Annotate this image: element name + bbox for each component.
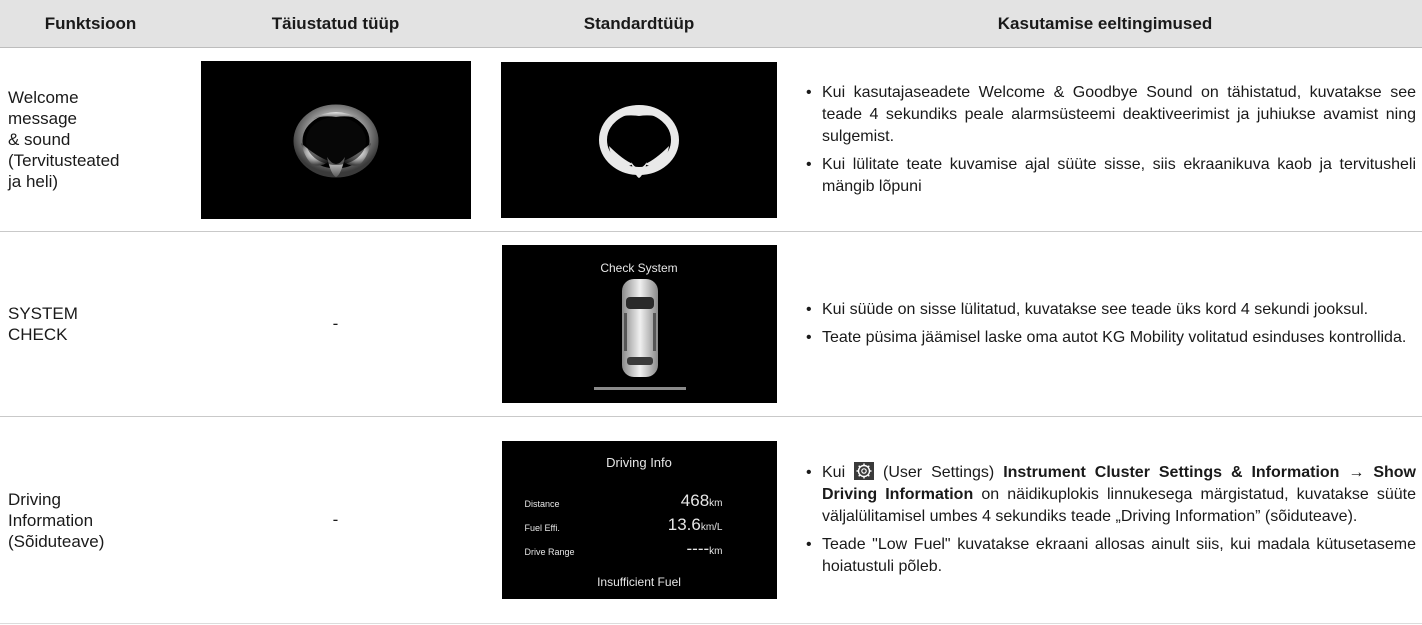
driving-info-title: Driving Info	[606, 455, 672, 470]
conditions-list: Kui kasutajaseadete Welcome & Goodbye So…	[804, 82, 1416, 198]
conditions-cell: Kui süüde on sisse lülitatud, kuvatakse …	[788, 231, 1422, 417]
list-item: Kui kasutajaseadete Welcome & Goodbye So…	[804, 82, 1416, 148]
insufficient-fuel-message: Insufficient Fuel	[597, 575, 681, 589]
drive-range-row: Drive Range ----km	[502, 539, 777, 559]
list-item: Kui (User Settings) Instrument Cluster S…	[804, 462, 1416, 528]
conditions-list: Kui süüde on sisse lülitatud, kuvatakse …	[804, 299, 1416, 349]
conditions-cell: Kui kasutajaseadete Welcome & Goodbye So…	[788, 47, 1422, 232]
brand-emblem-3d-icon	[293, 104, 378, 177]
table-row: Welcome message & sound (Tervitusteated …	[0, 47, 1422, 232]
list-item: Kui lülitate teate kuvamise ajal süüte s…	[804, 154, 1416, 198]
function-name: Driving Information (Sõiduteave)	[8, 489, 105, 551]
not-applicable-dash: -	[332, 510, 339, 529]
car-top-view-icon	[593, 279, 686, 390]
distance-unit: km	[709, 498, 723, 509]
fuel-efficiency-label: Fuel Effi.	[524, 523, 560, 533]
fuel-efficiency-row: Fuel Effi. 13.6km/L	[502, 515, 777, 535]
list-item: Teade "Low Fuel" kuvatakse ekraani allos…	[804, 534, 1416, 578]
header-standard-type: Standardtüüp	[490, 0, 788, 48]
fuel-efficiency-unit: km/L	[700, 522, 723, 533]
header-conditions: Kasutamise eeltingimused	[788, 0, 1422, 48]
function-name: Welcome message & sound (Tervitusteated …	[8, 88, 120, 191]
feature-table: Funktsioon Täiustatud tüüp Standardtüüp …	[0, 0, 1422, 624]
welcome-screen-advanced	[200, 60, 471, 219]
welcome-screen-standard	[501, 61, 777, 218]
drive-range-label: Drive Range	[524, 547, 575, 557]
function-cell: SYSTEM CHECK	[0, 231, 181, 417]
driving-info-screen: Driving Info Distance 468km Fuel Effi. 1…	[501, 441, 777, 599]
function-name: SYSTEM CHECK	[8, 304, 78, 344]
table-row: SYSTEM CHECK - Check System • Kui süüde …	[0, 231, 1422, 417]
drive-range-unit: km	[709, 546, 723, 557]
fuel-efficiency-value: 13.6	[667, 515, 701, 534]
distance-value: 468	[680, 491, 710, 510]
header-row: Funktsioon Täiustatud tüüp Standardtüüp …	[0, 0, 1422, 48]
function-cell: Driving Information (Sõiduteave)	[0, 416, 181, 624]
conditions-list: Kui (User Settings) Instrument Cluster S…	[804, 462, 1416, 578]
table-row: Driving Information (Sõiduteave) - Drivi…	[0, 416, 1422, 624]
advanced-type-cell	[181, 47, 490, 232]
advanced-type-cell: -	[181, 231, 490, 417]
standard-type-cell: Check System	[490, 231, 788, 417]
not-applicable-dash: -	[332, 314, 339, 333]
distance-label: Distance	[524, 499, 560, 509]
list-item: Teate püsima jäämisel laske oma autot KG…	[804, 327, 1416, 349]
standard-type-cell	[490, 47, 788, 232]
conditions-cell: Kui (User Settings) Instrument Cluster S…	[788, 416, 1422, 624]
list-item: Kui süüde on sisse lülitatud, kuvatakse …	[804, 299, 1416, 321]
header-function: Funktsioon	[0, 0, 181, 48]
function-cell: Welcome message & sound (Tervitusteated …	[0, 47, 181, 232]
advanced-type-cell: -	[181, 416, 490, 624]
standard-type-cell: Driving Info Distance 468km Fuel Effi. 1…	[490, 416, 788, 624]
check-system-screen: Check System	[501, 245, 777, 403]
header-advanced-type: Täiustatud tüüp	[181, 0, 490, 48]
distance-row: Distance 468km	[502, 491, 777, 511]
gear-settings-icon	[854, 462, 875, 480]
drive-range-value: ----	[686, 539, 710, 558]
brand-emblem-icon	[599, 104, 679, 178]
